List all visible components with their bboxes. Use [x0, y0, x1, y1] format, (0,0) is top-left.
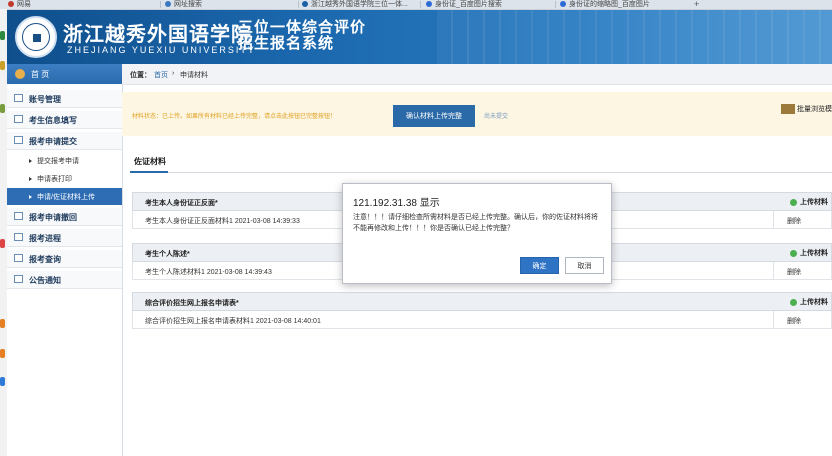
material-file-link[interactable]: 考生个人陈述材料1 2021-03-08 14:39:43	[145, 267, 272, 277]
system-title: 三位一体综合评价 招生报名系统	[238, 19, 367, 52]
delete-link[interactable]: 删除	[787, 267, 801, 277]
account-icon	[14, 94, 23, 102]
upload-icon	[790, 298, 797, 306]
table-row: 综合评价招生网上报名申请表材料1 2021-03-08 14:40:01 删除	[132, 311, 832, 329]
app-icon[interactable]	[0, 239, 5, 248]
tab-evidence-materials[interactable]: 佐证材料	[134, 156, 166, 167]
upload-icon	[790, 249, 797, 257]
sidebar-item-submit[interactable]: 报考申请提交	[7, 132, 122, 150]
browser-tab[interactable]: 浙江越秀外国语学院三位一体...	[302, 0, 412, 9]
sidebar-item-query[interactable]: 报考查询	[7, 250, 122, 268]
browser-tab[interactable]: 网址搜索	[165, 0, 285, 9]
confirm-upload-complete-button[interactable]: 确认材料上传完整	[393, 105, 475, 127]
breadcrumb-current: 申请材料	[180, 72, 208, 79]
site-header: 浙江越秀外国语学院 ZHEJIANG YUEXIU UNIVERSITY 三位一…	[7, 10, 832, 64]
tab-favicon-icon	[8, 1, 14, 8]
bullet-icon	[29, 159, 32, 163]
tab-favicon-icon	[426, 1, 432, 8]
upload-icon	[790, 198, 797, 206]
sidebar-item-withdraw[interactable]: 报考申请撤回	[7, 208, 122, 226]
sidebar-subitem-upload[interactable]: 申请/佐证材料上传	[7, 188, 122, 205]
home-icon	[15, 69, 25, 79]
dialog-ok-button[interactable]: 确定	[520, 257, 559, 274]
os-taskbar	[0, 9, 7, 456]
edit-icon	[14, 115, 23, 123]
breadcrumb: 位置： 首页 › 申请材料	[122, 64, 832, 85]
divider	[130, 172, 832, 173]
upload-material-button[interactable]: 上传材料	[790, 297, 828, 307]
sidebar-item-info[interactable]: 考生信息填写	[7, 111, 122, 129]
dialog-title: 121.192.31.38 显示	[353, 198, 440, 209]
sidebar-subitem-apply[interactable]: 提交报考申请	[7, 152, 122, 169]
sidebar-item-progress[interactable]: 报考进程	[7, 229, 122, 247]
sidebar-item-account[interactable]: 账号管理	[7, 90, 122, 108]
app-icon[interactable]	[0, 349, 5, 358]
upload-material-button[interactable]: 上传材料	[790, 248, 828, 258]
tab-favicon-icon	[560, 1, 566, 8]
form-icon	[14, 233, 23, 241]
app-icon[interactable]	[0, 104, 5, 113]
status-text: 材料状态：已上传。如果所有材料已经上传完整，请点击此按钮已完整按钮！	[132, 114, 337, 120]
active-tab-underline	[130, 171, 168, 173]
material-file-link[interactable]: 考生本人身份证正反面材料1 2021-03-08 14:39:33	[145, 216, 300, 226]
sidebar-subitem-print[interactable]: 申请表打印	[7, 170, 122, 187]
browser-tab[interactable]: 身份证的缩略图_百度图片	[560, 0, 685, 9]
app-icon[interactable]	[0, 377, 5, 386]
dialog-cancel-button[interactable]: 取消	[565, 257, 604, 274]
material-file-link[interactable]: 综合评价招生网上报名申请表材料1 2021-03-08 14:40:01	[145, 316, 321, 326]
form-icon	[14, 136, 23, 144]
sidebar: 首 页 账号管理 考生信息填写 报考申请提交 提交报考申请 申请表打印 申请/佐…	[7, 64, 123, 456]
browser-tab[interactable]: 网易	[8, 0, 78, 9]
confirm-dialog: 121.192.31.38 显示 注意！！！请仔细检查所需材料是否已经上传完整。…	[342, 183, 612, 284]
active-indicator-icon	[114, 190, 120, 202]
sidebar-home[interactable]: 首 页	[7, 64, 122, 84]
browser-tab[interactable]: 身份证_百度图片搜索	[426, 0, 546, 9]
school-name-cn: 浙江越秀外国语学院	[63, 22, 252, 46]
sidebar-item-notice[interactable]: 公告通知	[7, 271, 122, 289]
notice-icon	[14, 275, 23, 283]
not-submitted-link[interactable]: 尚未提交	[484, 111, 508, 120]
form-icon	[14, 212, 23, 220]
bullet-icon	[29, 177, 32, 181]
dialog-message: 注意！！！请仔细检查所需材料是否已经上传完整。确认后，你的佐证材料将将不能再修改…	[353, 214, 598, 232]
breadcrumb-home-link[interactable]: 首页	[154, 70, 168, 80]
app-icon[interactable]	[0, 61, 5, 70]
upload-material-button[interactable]: 上传材料	[790, 197, 828, 207]
school-name-en: ZHEJIANG YUEXIU UNIVERSITY	[67, 45, 256, 55]
delete-link[interactable]: 删除	[787, 216, 801, 226]
bullet-icon	[29, 195, 32, 199]
tab-favicon-icon	[165, 1, 171, 8]
tab-favicon-icon	[302, 1, 308, 8]
app-icon[interactable]	[0, 319, 5, 328]
app-icon[interactable]	[0, 31, 5, 40]
search-icon	[14, 254, 23, 262]
browser-tab-strip: 网易 网址搜索 浙江越秀外国语学院三位一体... 身份证_百度图片搜索 身份证的…	[0, 0, 832, 10]
status-bar: 材料状态：已上传。如果所有材料已经上传完整，请点击此按钮已完整按钮！ 确认材料上…	[122, 92, 832, 136]
new-tab-icon[interactable]: +	[694, 0, 699, 9]
image-icon	[781, 104, 795, 115]
batch-browse-link[interactable]: 批量浏览模	[781, 104, 832, 115]
delete-link[interactable]: 删除	[787, 316, 801, 326]
school-logo	[15, 16, 57, 58]
